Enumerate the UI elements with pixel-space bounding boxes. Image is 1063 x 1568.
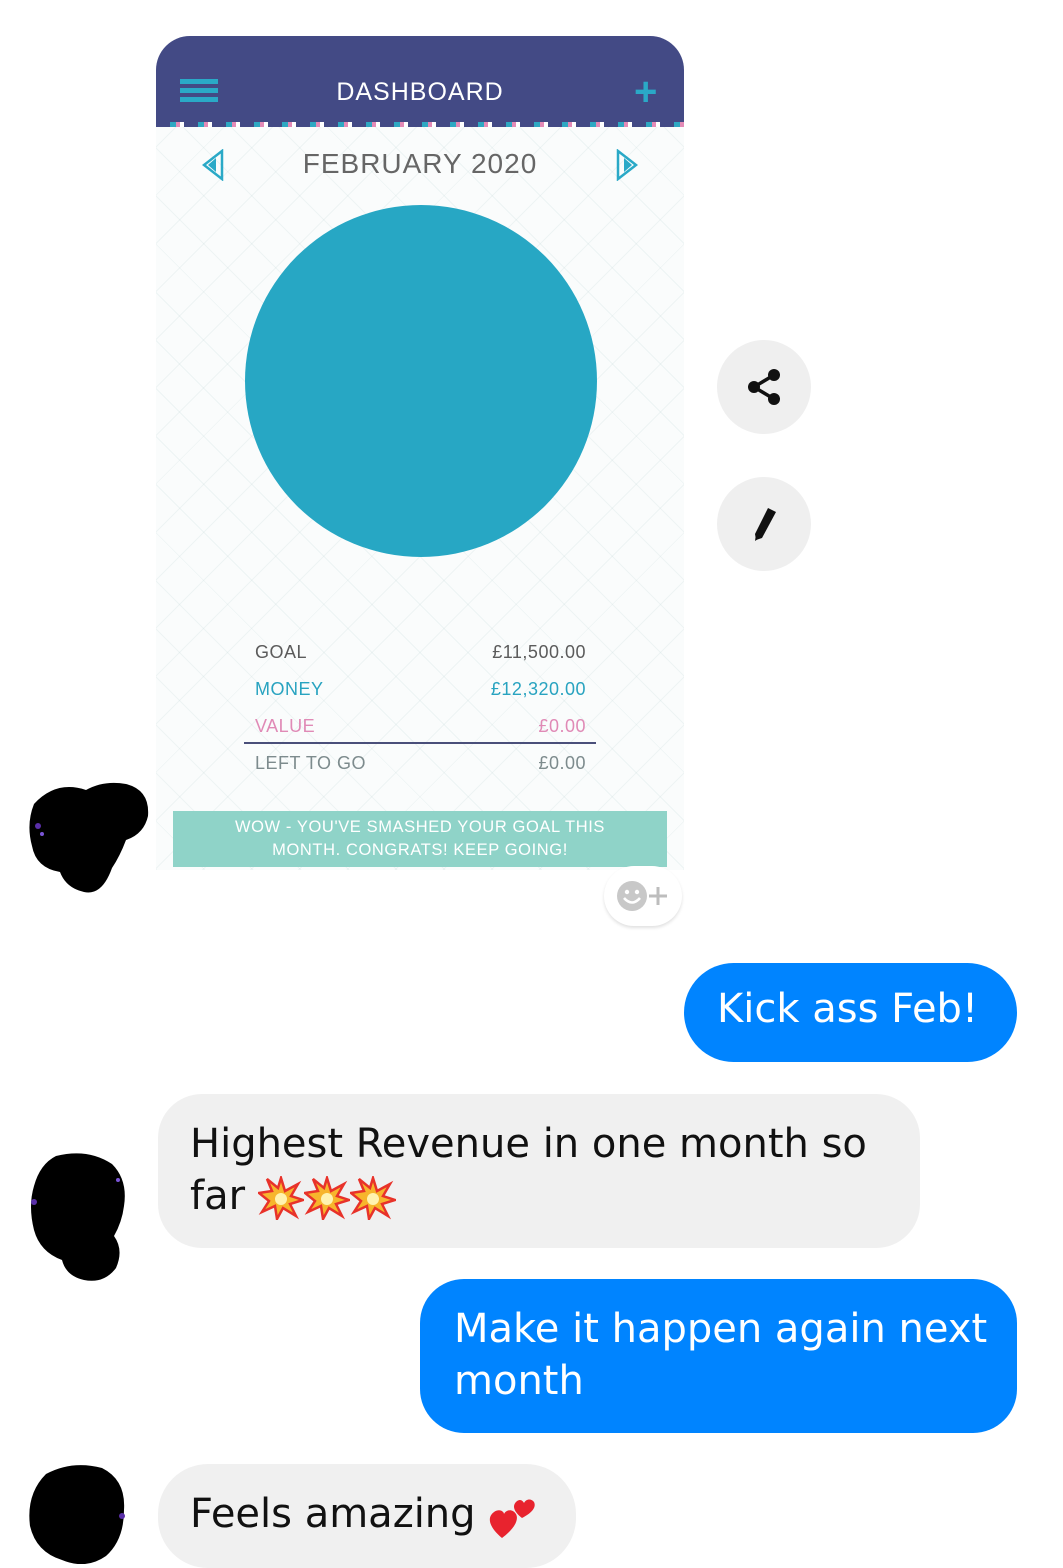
avatar[interactable] [26, 776, 152, 898]
collision-emoji [349, 1176, 396, 1220]
share-icon [748, 369, 780, 405]
banner-line-2: MONTH. CONGRATS! KEEP GOING! [272, 841, 568, 859]
money-label: MONEY [255, 679, 324, 699]
header-trim-border [156, 122, 684, 127]
message-text: Kick ass Feb! [717, 986, 978, 1032]
message-text-line-1: Highest Revenue in one month so [190, 1121, 867, 1167]
message-text: far [190, 1173, 246, 1219]
left-to-go-label: LEFT TO GO [255, 753, 367, 773]
goal-progress-circle [245, 205, 597, 557]
congrats-banner: WOW - YOU'VE SMASHED YOUR GOAL THIS MONT… [173, 811, 667, 867]
two-hearts-emoji [488, 1492, 538, 1540]
avatar[interactable] [26, 1462, 128, 1564]
shared-image[interactable]: DASHBOARD + FEBRUARY 2020 GOAL £11,500.0… [156, 36, 684, 870]
pencil-icon [755, 508, 776, 541]
left-to-go-value: £0.00 [538, 753, 586, 773]
message-text-line-2: month [454, 1358, 584, 1404]
stats-divider [244, 742, 596, 744]
goal-value: £11,500.00 [492, 642, 586, 662]
collision-emoji [257, 1176, 304, 1220]
avatar[interactable] [28, 1150, 128, 1284]
collision-emoji [303, 1176, 350, 1220]
incoming-message[interactable]: Highest Revenue in one month so far [158, 1094, 920, 1248]
add-reaction-icon [617, 881, 667, 911]
outgoing-message[interactable]: Make it happen again next month [420, 1279, 1017, 1433]
money-value: £12,320.00 [490, 679, 586, 699]
message-text-line-1: Make it happen again next [454, 1306, 988, 1352]
value-amount: £0.00 [538, 716, 586, 736]
add-reaction-button[interactable] [604, 866, 682, 926]
month-label: FEBRUARY 2020 [302, 148, 538, 179]
app-title: DASHBOARD [336, 78, 504, 106]
app-header: DASHBOARD + [156, 36, 684, 122]
outgoing-message[interactable]: Kick ass Feb! [684, 963, 1017, 1062]
message-text: Feels amazing [190, 1491, 476, 1537]
goal-label: GOAL [255, 642, 308, 662]
message-text-line-2: far [190, 1170, 900, 1222]
edit-button[interactable] [717, 477, 811, 571]
value-label: VALUE [255, 716, 316, 736]
plus-icon: + [634, 70, 658, 114]
banner-line-1: WOW - YOU'VE SMASHED YOUR GOAL THIS [234, 818, 606, 836]
triangle-right-icon [616, 149, 638, 181]
share-button[interactable] [717, 340, 811, 434]
incoming-message[interactable]: Feels amazing [158, 1464, 576, 1568]
